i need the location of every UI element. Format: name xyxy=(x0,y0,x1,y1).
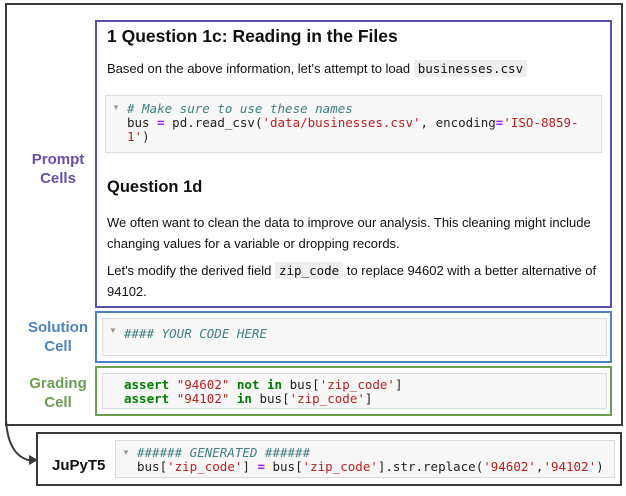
code-token: bus xyxy=(127,115,158,130)
code-string: 'zip_code' xyxy=(167,459,243,474)
code-keyword: assert xyxy=(124,377,170,392)
inline-code-filename: businesses.csv xyxy=(413,60,528,77)
code-token: ].str.replace( xyxy=(377,459,484,474)
grading-cell: assert "94602" not in bus['zip_code'] as… xyxy=(95,366,612,416)
code-string: '94102' xyxy=(543,459,597,474)
code-comment: #### YOUR CODE HERE xyxy=(124,326,267,341)
code-string: 'data/businesses.csv' xyxy=(262,115,421,130)
question-1c-text: Based on the above information, let's at… xyxy=(107,58,602,80)
question-1c-heading: 1 Question 1c: Reading in the Files xyxy=(107,26,398,46)
collapse-arrow-icon[interactable]: ▼ xyxy=(112,103,120,112)
code-string: "94602" xyxy=(176,377,230,392)
code-keyword: not in xyxy=(236,377,283,392)
code-token: pd.read_csv( xyxy=(164,115,263,130)
question-1c-sentence: Based on the above information, let's at… xyxy=(107,61,411,76)
code-token: , encoding xyxy=(420,115,496,130)
code-operator: = xyxy=(157,115,165,130)
code-string: 'zip_code' xyxy=(289,391,365,406)
solution-cell: ▼ #### YOUR CODE HERE xyxy=(95,311,612,363)
code-operator: = xyxy=(257,459,265,474)
code-string: 1' xyxy=(127,129,143,144)
solution-code-cell[interactable]: ▼ #### YOUR CODE HERE xyxy=(102,318,607,356)
solution-code: #### YOUR CODE HERE xyxy=(124,327,267,341)
jupyt5-output-box: JuPyT5 ▼ ###### GENERATED ###### bus['zi… xyxy=(36,432,622,486)
collapse-arrow-icon[interactable]: ▼ xyxy=(109,326,117,335)
code-token: bus[ xyxy=(137,459,168,474)
prompt-code-cell: ▼ # Make sure to use these names bus = p… xyxy=(105,95,602,153)
prompt-cells-label: Prompt Cells xyxy=(31,151,85,187)
code-token: ] xyxy=(394,377,403,392)
collapse-arrow-icon[interactable]: ▼ xyxy=(122,448,130,457)
code-token: ] xyxy=(364,391,373,406)
question-1d-heading: Question 1d xyxy=(107,178,203,196)
jupyt5-label: JuPyT5 xyxy=(52,457,106,474)
code-string: 'ISO-8859- xyxy=(503,115,579,130)
generated-code-cell: ▼ ###### GENERATED ###### bus['zip_code'… xyxy=(115,440,615,478)
code-token: bus[ xyxy=(282,377,320,392)
code-string: 'zip_code' xyxy=(319,377,395,392)
prompt-code: # Make sure to use these names bus = pd.… xyxy=(127,102,579,144)
grading-code-cell: assert "94602" not in bus['zip_code'] as… xyxy=(102,373,607,409)
code-comment: # Make sure to use these names xyxy=(127,101,353,116)
code-keyword: assert xyxy=(124,391,170,406)
generated-code: ###### GENERATED ###### bus['zip_code'] … xyxy=(137,446,604,474)
grading-cell-label: Grading Cell xyxy=(29,375,87,411)
code-comment: ###### GENERATED ###### xyxy=(137,445,311,460)
code-token: ) xyxy=(596,459,604,474)
inline-code-field: zip_code xyxy=(274,262,344,279)
prompt-cell: 1 Question 1c: Reading in the Files Base… xyxy=(95,20,612,308)
code-token: ) xyxy=(142,129,150,144)
code-token: bus[ xyxy=(264,459,303,474)
code-string: '94602' xyxy=(483,459,536,474)
code-string: "94102" xyxy=(176,391,230,406)
code-token: bus[ xyxy=(251,391,290,406)
code-keyword: in xyxy=(236,391,252,406)
question-1d-instruction: Let's modify the derived field zip_code … xyxy=(107,260,602,302)
question-1d-paragraph: We often want to clean the data to impro… xyxy=(107,215,591,251)
code-token: ] xyxy=(242,459,258,474)
code-string: 'zip_code' xyxy=(302,459,378,474)
instruction-text: Let's modify the derived field xyxy=(107,263,272,278)
solution-cell-label: Solution Cell xyxy=(28,319,88,355)
grading-code: assert "94602" not in bus['zip_code'] as… xyxy=(124,378,403,406)
